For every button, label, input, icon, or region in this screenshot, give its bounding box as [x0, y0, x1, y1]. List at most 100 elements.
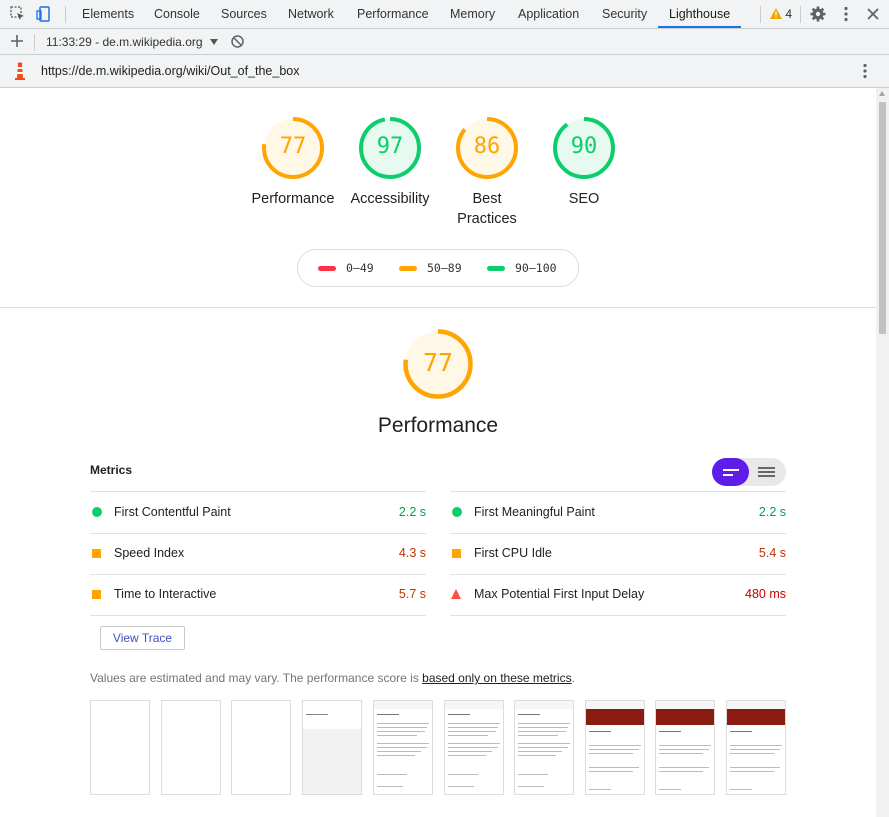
- gauge-score: 90: [570, 134, 598, 159]
- pass-indicator-icon: [452, 507, 462, 517]
- frame-banner-image: [727, 709, 785, 725]
- report-scrollbar[interactable]: [876, 88, 889, 817]
- settings-gear-icon[interactable]: [809, 5, 827, 23]
- report-url[interactable]: https://de.m.wikipedia.org/wiki/Out_of_t…: [41, 64, 299, 78]
- gauge-performance[interactable]: 77: [260, 115, 326, 181]
- frame-text-line: [377, 727, 427, 728]
- frame-header: [656, 701, 714, 709]
- fail-indicator-icon: [451, 589, 461, 599]
- toolbar-divider: [800, 6, 801, 23]
- active-tab-indicator: [658, 26, 741, 28]
- tab-security[interactable]: Security: [602, 0, 647, 29]
- toolbar-divider: [65, 6, 66, 23]
- legend-average-marker: [399, 266, 417, 271]
- average-indicator-icon: [452, 549, 461, 558]
- toggle-expanded-view[interactable]: [749, 458, 786, 486]
- average-indicator-icon: [92, 549, 101, 558]
- metric-max-potential-fid: Max Potential First Input Delay 480 ms: [450, 574, 786, 615]
- frame-text-line: [730, 731, 752, 732]
- warnings-counter[interactable]: 4: [770, 7, 792, 21]
- frame-text-line: [659, 731, 681, 732]
- frame-text-line: [448, 743, 500, 744]
- frame-text-line: [377, 723, 429, 724]
- metric-value: 2.2 s: [398, 505, 426, 519]
- scroll-up-arrow-icon[interactable]: [879, 91, 885, 96]
- frame-banner-image: [656, 709, 714, 725]
- gauge-best-practices[interactable]: 86: [454, 115, 520, 181]
- frame-text-line: [448, 774, 478, 775]
- metric-value: 480 ms: [745, 587, 786, 601]
- metric-name: First Meaningful Paint: [474, 505, 595, 519]
- frame-text-line: [377, 751, 421, 752]
- average-indicator-icon: [92, 590, 101, 599]
- legend-fail-range: 0–49: [346, 261, 374, 275]
- frame-text-line: [448, 786, 474, 787]
- gauge-accessibility[interactable]: 97: [357, 115, 423, 181]
- frame-text-line: [377, 735, 417, 736]
- legend-pass-marker: [487, 266, 505, 271]
- expanded-view-icon: [758, 467, 775, 477]
- metric-first-contentful-paint: First Contentful Paint 2.2 s: [90, 492, 426, 533]
- warning-count: 4: [785, 7, 793, 21]
- tab-console[interactable]: Console: [154, 0, 200, 29]
- performance-disclaimer: Values are estimated and may vary. The p…: [90, 671, 575, 685]
- frame-header: [303, 701, 361, 709]
- frame-text-line: [448, 714, 470, 715]
- toggle-compact-view[interactable]: [712, 458, 749, 486]
- report-menu-icon[interactable]: [857, 62, 873, 83]
- frame-text-line: [518, 714, 540, 715]
- frame-text-line: [518, 743, 570, 744]
- gauge-score: 77: [279, 134, 307, 159]
- gauge-seo[interactable]: 90: [551, 115, 617, 181]
- tab-elements[interactable]: Elements: [82, 0, 134, 29]
- clear-all-icon[interactable]: [230, 34, 245, 52]
- tab-application[interactable]: Application: [518, 0, 579, 29]
- metric-divider: [90, 615, 426, 616]
- gauge-label-seo: SEO: [568, 191, 600, 207]
- filmstrip-frame: [655, 700, 715, 795]
- frame-text-line: [730, 749, 780, 750]
- frame-text-line: [377, 731, 425, 732]
- more-options-icon[interactable]: [837, 5, 855, 23]
- score-scale-legend: 0–49 50–89 90–100: [297, 249, 579, 287]
- tab-performance[interactable]: Performance: [357, 0, 429, 29]
- frame-text-line: [518, 735, 558, 736]
- device-toolbar-icon[interactable]: [35, 5, 53, 23]
- metric-name: Max Potential First Input Delay: [474, 587, 645, 601]
- report-selector-dropdown[interactable]: 11:33:29 - de.m.wikipedia.org: [46, 35, 218, 49]
- frame-text-line: [377, 714, 399, 715]
- metric-view-toggle[interactable]: [712, 458, 786, 486]
- frame-text-line: [448, 731, 496, 732]
- frame-text-line: [659, 767, 709, 768]
- frame-title-area: [303, 709, 361, 729]
- frame-text-line: [518, 731, 566, 732]
- tab-sources[interactable]: Sources: [221, 0, 267, 29]
- tab-lighthouse[interactable]: Lighthouse: [669, 0, 730, 29]
- metric-name: First Contentful Paint: [114, 505, 231, 519]
- toolbar-divider: [760, 6, 761, 23]
- frame-header: [727, 701, 785, 709]
- frame-text-line: [448, 747, 498, 748]
- metric-value: 2.2 s: [758, 505, 786, 519]
- filmstrip-frame: [373, 700, 433, 795]
- frame-header: [515, 701, 573, 709]
- filmstrip-frame: [726, 700, 786, 795]
- filmstrip-frame: [514, 700, 574, 795]
- gauge-label-best-practices: Best Practices: [457, 191, 517, 227]
- close-devtools-icon[interactable]: [864, 5, 882, 23]
- frame-text-line: [448, 727, 498, 728]
- scrollbar-thumb[interactable]: [879, 102, 886, 334]
- metric-first-meaningful-paint: First Meaningful Paint 2.2 s: [450, 492, 786, 533]
- frame-header: [445, 701, 503, 709]
- toolbar-divider: [34, 34, 35, 51]
- frame-text-line: [518, 723, 570, 724]
- tab-network[interactable]: Network: [288, 0, 334, 29]
- inspect-element-icon[interactable]: [9, 5, 27, 23]
- new-report-plus-icon[interactable]: [9, 33, 25, 52]
- view-trace-button[interactable]: View Trace: [100, 626, 185, 650]
- frame-text-line: [518, 727, 568, 728]
- disclaimer-link[interactable]: based only on these metrics: [422, 671, 571, 685]
- frame-banner-image: [586, 709, 644, 725]
- frame-text-line: [589, 789, 611, 790]
- tab-memory[interactable]: Memory: [450, 0, 495, 29]
